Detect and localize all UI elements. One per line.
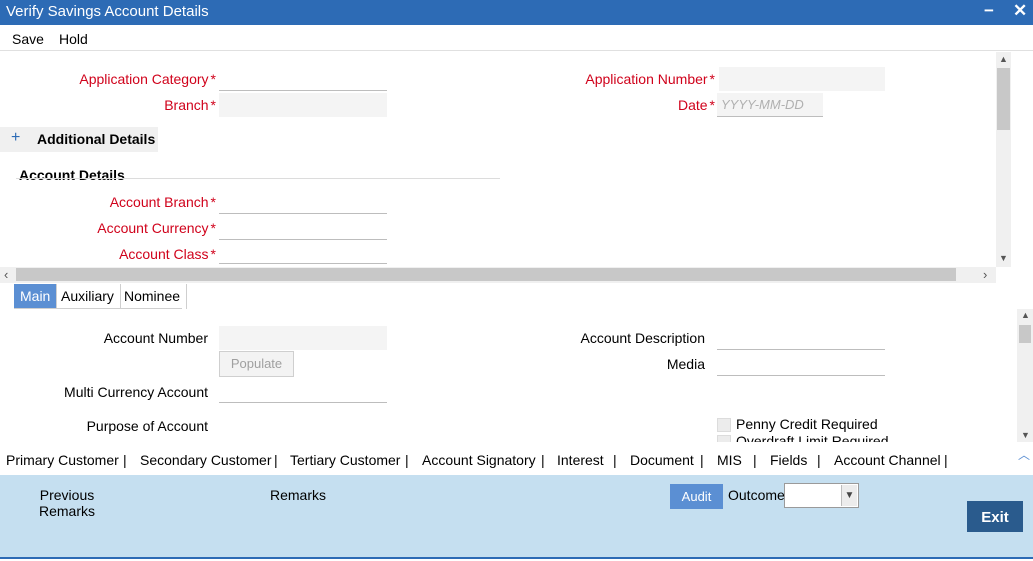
tab-main[interactable]: Main (14, 284, 58, 309)
nav-secondary-customer[interactable]: Secondary Customer (140, 452, 272, 468)
outcome-label: Outcome (728, 487, 785, 503)
hold-menu-item[interactable]: Hold (59, 31, 88, 47)
account-number-label: Account Number (103, 330, 208, 346)
purpose-label: Purpose of Account (86, 418, 208, 434)
date-label: Date * (677, 97, 715, 113)
nav-separator: | (817, 452, 821, 468)
nav-separator: | (541, 452, 545, 468)
additional-details-label: Additional Details (37, 131, 156, 147)
account-class-label: Account Class * (119, 246, 216, 262)
penny-credit-label: Penny Credit Required (736, 416, 878, 432)
dropdown-arrow-icon[interactable]: ▼ (841, 485, 857, 506)
account-currency-field[interactable] (219, 216, 387, 240)
application-category-field[interactable] (219, 67, 387, 91)
nav-separator: | (944, 452, 948, 468)
save-menu-item[interactable]: Save (12, 31, 44, 47)
tab-auxiliary[interactable]: Auxiliary (55, 284, 121, 309)
audit-button[interactable]: Audit (670, 484, 723, 509)
nav-fields[interactable]: Fields (770, 452, 807, 468)
exit-button[interactable]: Exit (967, 501, 1023, 532)
chevron-up-icon[interactable]: ▲ (999, 54, 1008, 64)
multi-currency-field[interactable] (219, 379, 387, 403)
menu-bar: Save Hold (0, 25, 1033, 51)
nav-separator: | (753, 452, 757, 468)
populate-button[interactable]: Populate (219, 351, 294, 377)
title-bar: Verify Savings Account Details − ✕ (0, 0, 1033, 25)
overdraft-limit-checkbox[interactable] (717, 435, 731, 442)
chevron-down-icon[interactable]: ▼ (999, 253, 1008, 263)
chevron-up-icon[interactable]: ︿ (1018, 446, 1030, 463)
chevron-left-icon[interactable]: ‹ (4, 267, 8, 282)
branch-label: Branch * (164, 97, 216, 113)
tab-underline (14, 308, 182, 309)
nav-separator: | (700, 452, 704, 468)
additional-details-toggle[interactable]: + Additional Details (0, 127, 158, 152)
previous-remarks-label: Previous Remarks (38, 487, 95, 519)
close-icon[interactable]: ✕ (1013, 1, 1027, 21)
multi-currency-label: Multi Currency Account (64, 384, 208, 400)
application-number-label: Application Number * (585, 71, 715, 87)
scroll-thumb[interactable] (1019, 325, 1031, 343)
section-divider (16, 178, 500, 179)
media-label: Media (666, 356, 705, 372)
nav-document[interactable]: Document (630, 452, 694, 468)
overdraft-limit-label: Overdraft Limit Required (736, 433, 889, 442)
upper-vertical-scrollbar[interactable]: ▲ ▼ (996, 52, 1011, 267)
nav-mis[interactable]: MIS (717, 452, 742, 468)
footer-panel: Previous Remarks Remarks Audit Outcome ▼… (0, 475, 1033, 559)
minimize-icon[interactable]: − (984, 1, 994, 21)
horizontal-scrollbar[interactable]: ‹ › (0, 267, 996, 283)
branch-field[interactable] (219, 93, 387, 117)
application-number-field[interactable] (719, 67, 885, 91)
account-description-label: Account Description (580, 330, 705, 346)
chevron-down-icon[interactable]: ▼ (1021, 430, 1030, 440)
penny-credit-checkbox[interactable] (717, 418, 731, 432)
scroll-thumb[interactable] (16, 268, 956, 281)
chevron-up-icon[interactable]: ▲ (1021, 310, 1030, 320)
nav-separator: | (405, 452, 409, 468)
bottom-navigation: Primary Customer | Secondary Customer | … (0, 442, 1033, 475)
nav-tertiary-customer[interactable]: Tertiary Customer (290, 452, 400, 468)
scroll-thumb[interactable] (997, 68, 1010, 130)
chevron-right-icon[interactable]: › (983, 267, 987, 282)
nav-separator: | (123, 452, 127, 468)
nav-account-signatory[interactable]: Account Signatory (422, 452, 536, 468)
media-field[interactable] (717, 352, 885, 376)
nav-account-channel[interactable]: Account Channel (834, 452, 941, 468)
account-branch-field[interactable] (219, 190, 387, 214)
outcome-select[interactable]: ▼ (784, 483, 859, 508)
date-field[interactable]: YYYY-MM-DD (717, 93, 823, 117)
nav-interest[interactable]: Interest (557, 452, 604, 468)
nav-primary-customer[interactable]: Primary Customer (6, 452, 119, 468)
lower-vertical-scrollbar[interactable]: ▲ ▼ (1017, 309, 1033, 442)
clipped-row: Overdraft Limit Required (700, 432, 1000, 442)
account-branch-label: Account Branch * (109, 194, 216, 210)
nav-separator: | (613, 452, 617, 468)
application-category-label: Application Category * (79, 71, 216, 87)
remarks-label: Remarks (270, 487, 327, 503)
account-description-field[interactable] (717, 326, 885, 350)
account-details-title: Account Details (19, 167, 125, 183)
window-title: Verify Savings Account Details (6, 3, 209, 20)
account-currency-label: Account Currency * (97, 220, 216, 236)
nav-separator: | (274, 452, 278, 468)
tab-nominee[interactable]: Nominee (118, 284, 188, 309)
account-class-field[interactable] (219, 242, 387, 264)
expand-icon: + (11, 129, 21, 146)
account-number-field[interactable] (219, 326, 387, 350)
